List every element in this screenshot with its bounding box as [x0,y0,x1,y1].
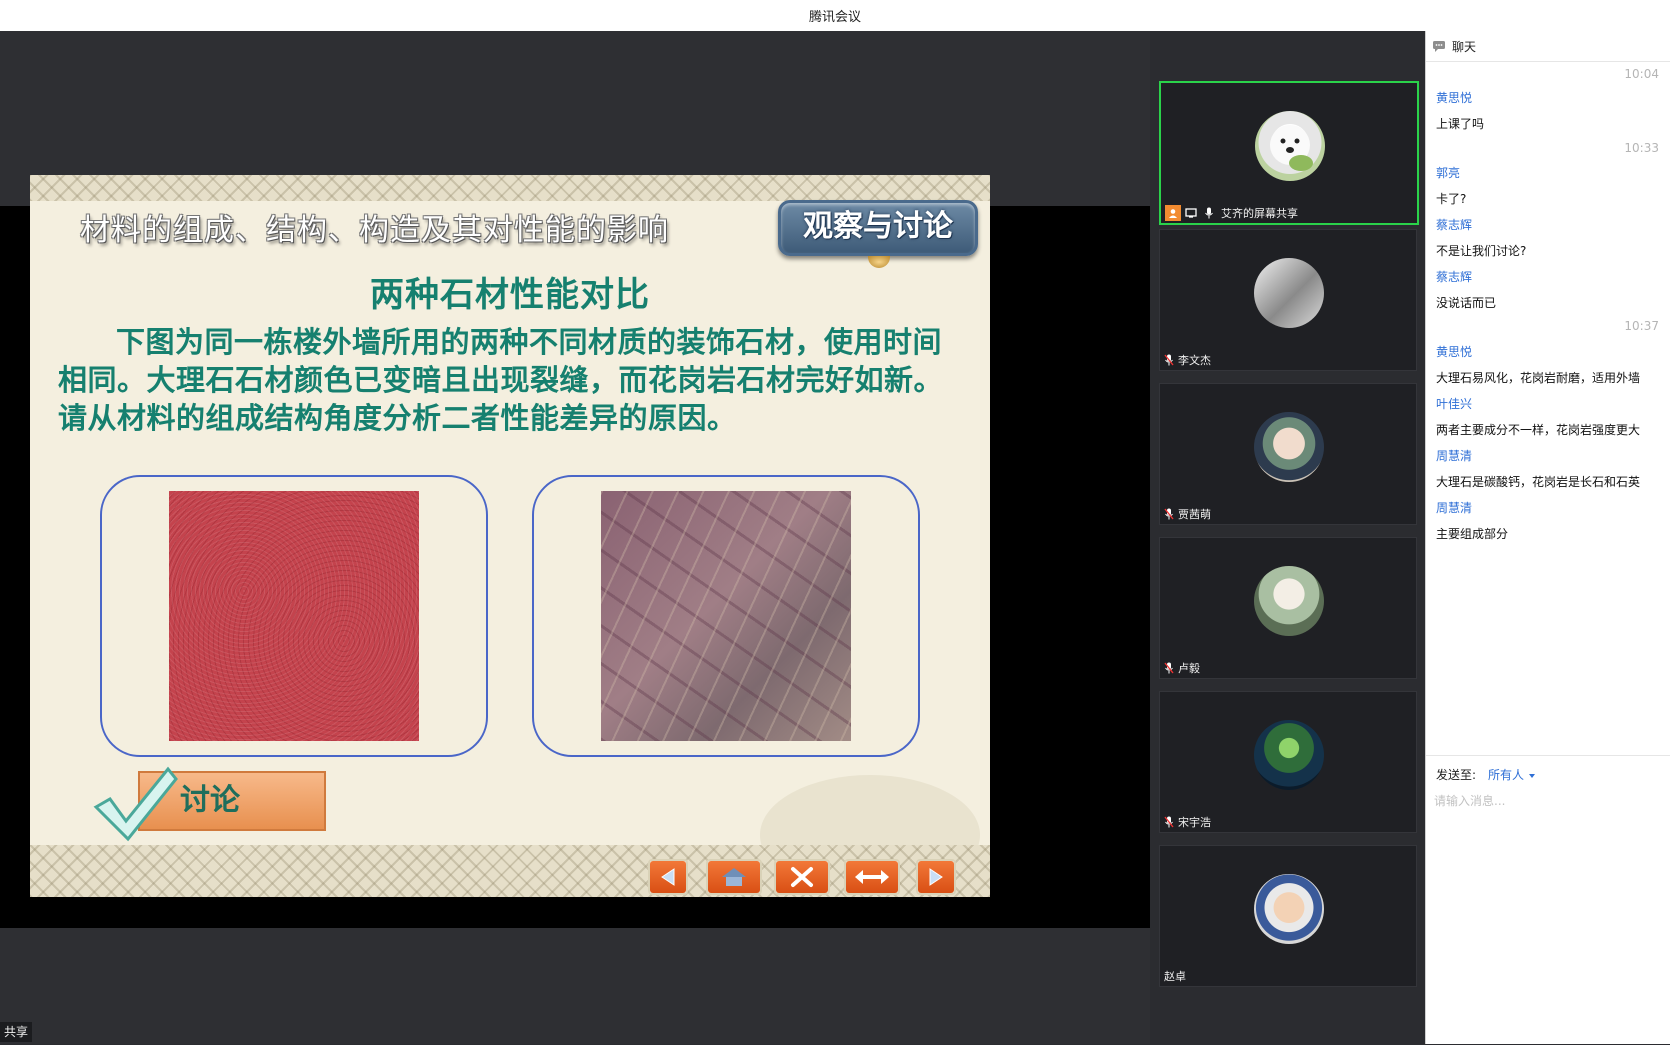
presentation-slide: 材料的组成、结构、构造及其对性能的影响 观察与讨论 两种石材性能对比 下图为同一… [30,175,990,897]
slide-paragraph: 下图为同一栋楼外墙所用的两种不同材质的装饰石材，使用时间相同。大理石石材颜色已变… [58,325,944,435]
chat-sender[interactable]: 蔡志辉 [1436,216,1472,233]
window-title: 腾讯会议 [808,10,861,25]
prev-arrow-icon [661,868,675,886]
chevron-down-icon [1528,774,1535,778]
chat-timestamp: 10:33 [1624,141,1659,155]
mic-muted-icon [1164,508,1174,520]
close-icon [791,867,813,887]
participant-name-bar: 宋宇浩 [1164,814,1211,830]
avatar [1255,111,1325,181]
chat-input[interactable] [1432,788,1666,814]
participant-name-bar: 李文杰 [1164,352,1211,368]
participant-name: 李文杰 [1178,354,1211,367]
slide-top-pattern [30,175,990,201]
send-to-label: 发送至: [1436,768,1477,782]
participant-tile[interactable]: 卢毅 [1159,537,1417,679]
avatar [1254,566,1324,636]
home-icon [722,868,746,886]
close-button[interactable] [774,859,830,895]
chat-footer: 发送至: 所有人 [1426,755,1670,1045]
chat-bubble-icon [1433,41,1445,52]
send-to-dropdown[interactable]: 所有人 [1488,766,1536,783]
share-status-badge[interactable]: 共享 [0,1022,33,1042]
prev-slide-button[interactable] [648,859,688,895]
chat-message: 主要组成部分 [1436,527,1509,541]
status-icons [1165,205,1217,221]
swap-button[interactable] [844,859,900,895]
checkmark-icon [93,766,178,842]
chat-message: 没说话而已 [1436,296,1497,310]
participant-tile[interactable]: 艾齐的屏幕共享 [1159,81,1419,225]
granite-image-frame [100,475,488,757]
dog-avatar-icon [1270,125,1313,171]
participant-tile[interactable]: 贾茜萌 [1159,383,1417,525]
participant-name-bar: 艾齐的屏幕共享 [1165,205,1298,221]
host-icon [1165,205,1181,221]
chat-sender[interactable]: 周慧清 [1436,447,1472,464]
participant-name: 艾齐的屏幕共享 [1221,207,1298,220]
chat-timestamp: 10:04 [1624,67,1659,81]
avatar [1254,412,1324,482]
participant-name-bar: 赵卓 [1164,968,1186,984]
chat-sender[interactable]: 叶佳兴 [1436,395,1472,412]
avatar [1254,720,1324,790]
participant-video-list: 艾齐的屏幕共享 李文杰 贾茜萌 卢毅 宋宇浩 赵卓 [1150,31,1425,1044]
mic-icon [1201,205,1217,221]
marble-image-frame [532,475,920,757]
next-slide-button[interactable] [916,859,956,895]
participant-name-bar: 贾茜萌 [1164,506,1211,522]
participant-tile[interactable]: 李文杰 [1159,229,1417,371]
participant-name: 卢毅 [1178,662,1200,675]
participant-name-bar: 卢毅 [1164,660,1200,676]
chat-sender[interactable]: 蔡志辉 [1436,268,1472,285]
chat-message: 两者主要成分不一样，花岗岩强度更大 [1436,423,1641,437]
next-arrow-icon [929,868,943,886]
observe-discuss-badge: 观察与讨论 [778,200,978,256]
chat-sender[interactable]: 黄思悦 [1436,89,1472,106]
chat-header: 聊天 [1426,31,1670,62]
chat-title: 聊天 [1452,39,1477,54]
mic-muted-icon [1164,816,1174,828]
chat-sender[interactable]: 周慧清 [1436,499,1472,516]
mic-muted-icon [1164,354,1174,366]
avatar [1254,874,1324,944]
participant-tile[interactable]: 宋宇浩 [1159,691,1417,833]
swap-arrows-icon [855,870,889,884]
chat-sender[interactable]: 黄思悦 [1436,343,1472,360]
marble-image [601,491,851,741]
slide-heading: 材料的组成、结构、构造及其对性能的影响 [80,213,669,248]
chat-message: 卡了? [1436,192,1467,206]
screen-share-icon [1183,205,1199,221]
window-title-bar: 腾讯会议 [0,0,1670,32]
participant-name: 赵卓 [1164,970,1186,983]
chat-message: 不是让我们讨论? [1436,244,1527,258]
home-button[interactable] [706,859,762,895]
participant-tile[interactable]: 赵卓 [1159,845,1417,987]
chat-panel: 聊天 10:04 黄思悦 上课了吗 10:33 郭亮 卡了? 蔡志辉 不是让我们… [1425,31,1670,1044]
granite-image [169,491,419,741]
slide-title: 两种石材性能对比 [370,275,650,315]
chat-message: 大理石易风化，花岗岩耐磨，适用外墙 [1436,371,1641,385]
chat-message: 上课了吗 [1436,117,1485,131]
participant-name: 贾茜萌 [1178,508,1211,521]
participant-name: 宋宇浩 [1178,816,1211,829]
mic-muted-icon [1164,662,1174,674]
send-to-row: 发送至: 所有人 [1436,766,1536,783]
avatar [1254,258,1324,328]
chat-timestamp: 10:37 [1624,319,1659,333]
chat-sender[interactable]: 郭亮 [1436,164,1460,181]
send-to-value: 所有人 [1488,768,1525,782]
chat-message: 大理石是碳酸钙，花岗岩是长石和石英 [1436,475,1641,489]
